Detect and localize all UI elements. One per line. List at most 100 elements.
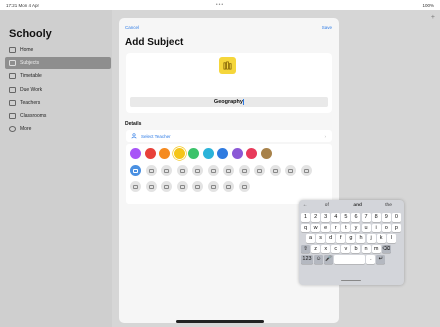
- suggestion-item[interactable]: of: [311, 203, 342, 211]
- camera-icon[interactable]: [130, 181, 141, 192]
- flask-icon-glyph: [241, 168, 247, 173]
- keyboard-key[interactable]: r: [331, 223, 341, 232]
- pencil-icon-glyph: [148, 184, 154, 189]
- color-swatch[interactable]: [231, 148, 243, 159]
- keyboard-key[interactable]: 3: [321, 213, 331, 222]
- suggestion-item[interactable]: the: [373, 203, 404, 211]
- save-button[interactable]: Save: [322, 25, 332, 30]
- keyboard-key[interactable]: f: [336, 234, 346, 243]
- keyboard-key[interactable]: g: [346, 234, 356, 243]
- sidebar-item-more[interactable]: More: [5, 123, 111, 135]
- sidebar-item-classrooms[interactable]: Classrooms: [5, 110, 111, 122]
- keyboard-key[interactable]: p: [391, 223, 401, 232]
- subject-name-input[interactable]: Geography: [130, 97, 328, 107]
- dna-icon[interactable]: [176, 181, 188, 192]
- color-swatch[interactable]: [217, 148, 228, 159]
- keyboard-key[interactable]: y: [351, 223, 361, 232]
- suggestion-item[interactable]: and: [342, 203, 373, 211]
- keyboard-key[interactable]: 1: [301, 213, 310, 222]
- color-swatch[interactable]: [130, 148, 141, 159]
- clock-icon[interactable]: [176, 165, 188, 176]
- keyboard-key[interactable]: b: [351, 244, 361, 253]
- color-swatch[interactable]: [159, 148, 170, 159]
- music-icon[interactable]: [223, 165, 234, 176]
- subjects-icon: [9, 60, 16, 67]
- sidebar-item-teachers[interactable]: Teachers: [5, 97, 111, 109]
- keyboard-key[interactable]: t: [341, 223, 351, 232]
- keyboard-key[interactable]: u: [361, 223, 371, 232]
- atom-icon[interactable]: [145, 165, 157, 176]
- pencil-icon[interactable]: [145, 181, 157, 192]
- keyboard-key[interactable]: a: [306, 234, 315, 243]
- keyboard-key[interactable]: i: [371, 223, 381, 232]
- keyboard-key[interactable]: v: [341, 244, 351, 253]
- monitor-icon[interactable]: [300, 165, 312, 176]
- keyboard-key[interactable]: h: [356, 234, 366, 243]
- keyboard-key[interactable]: [334, 255, 366, 264]
- keyboard-key[interactable]: ⌫: [381, 244, 391, 253]
- sidebar-item-timetable[interactable]: Timetable: [5, 70, 111, 82]
- keyboard-key[interactable]: 123: [301, 255, 313, 264]
- keyboard-key[interactable]: o: [381, 223, 391, 232]
- color-swatch[interactable]: [202, 148, 214, 159]
- palette-icon[interactable]: [254, 165, 265, 176]
- keyboard-key[interactable]: j: [366, 234, 376, 243]
- keyboard-key[interactable]: 9: [381, 213, 391, 222]
- brain-icon[interactable]: [192, 181, 203, 192]
- keyboard-key[interactable]: l: [386, 234, 396, 243]
- keyboard-key[interactable]: w: [311, 223, 321, 232]
- color-swatch[interactable]: [173, 148, 185, 159]
- timetable-icon: [9, 73, 16, 80]
- laptop-icon[interactable]: [285, 165, 296, 176]
- keyboard-key[interactable]: 7: [361, 213, 371, 222]
- keyboard-key[interactable]: c: [331, 244, 341, 253]
- color-swatch[interactable]: [144, 148, 156, 159]
- books-icon[interactable]: [161, 181, 172, 192]
- keyboard-key[interactable]: x: [321, 244, 331, 253]
- heart-icon[interactable]: [223, 181, 234, 192]
- calculator-icon[interactable]: [192, 165, 203, 176]
- keyboard-key[interactable]: 6: [351, 213, 361, 222]
- atom-icon-glyph: [148, 168, 154, 173]
- keyboard-key[interactable]: ↵: [376, 255, 386, 264]
- keyboard-key[interactable]: 0: [391, 213, 401, 222]
- calculator-icon-glyph: [195, 168, 200, 173]
- language-icon[interactable]: [269, 165, 281, 176]
- flask-icon[interactable]: [238, 165, 250, 176]
- keyboard-key[interactable]: ⇧: [301, 244, 310, 253]
- keyboard-key[interactable]: k: [376, 234, 386, 243]
- keyboard-key[interactable]: s: [316, 234, 326, 243]
- globe-icon[interactable]: [161, 165, 172, 176]
- keyboard-key[interactable]: 2: [311, 213, 321, 222]
- keyboard-key[interactable]: .: [366, 255, 376, 264]
- add-icon[interactable]: +: [431, 14, 435, 21]
- suggestion-back-icon[interactable]: ←: [299, 203, 311, 211]
- keyboard-key[interactable]: m: [371, 244, 381, 253]
- map-icon[interactable]: [238, 181, 250, 192]
- sidebar-item-subjects[interactable]: Subjects: [5, 57, 111, 70]
- book-icon[interactable]: [207, 165, 219, 176]
- keyboard-key[interactable]: z: [311, 244, 321, 253]
- subject-books-icon[interactable]: [219, 57, 236, 74]
- keyboard-key[interactable]: n: [361, 244, 371, 253]
- keyboard-key[interactable]: e: [321, 223, 331, 232]
- keyboard-key[interactable]: 4: [331, 213, 341, 222]
- color-swatch[interactable]: [246, 148, 257, 159]
- keyboard-drag-handle[interactable]: [341, 280, 361, 281]
- theater-icon[interactable]: [207, 181, 219, 192]
- keyboard-key[interactable]: 5: [341, 213, 351, 222]
- keyboard-key[interactable]: q: [301, 223, 310, 232]
- keyboard-key[interactable]: 8: [371, 213, 381, 222]
- color-swatch[interactable]: [260, 148, 272, 159]
- select-teacher-row[interactable]: Select Teacher ›: [126, 130, 332, 142]
- sidebar-item-due-work[interactable]: Due Work: [5, 84, 111, 96]
- home-indicator[interactable]: [176, 320, 264, 323]
- keyboard-key[interactable]: d: [326, 234, 336, 243]
- cancel-button[interactable]: Cancel: [125, 25, 139, 30]
- keyboard-key[interactable]: ☺: [314, 255, 324, 264]
- keyboard-key[interactable]: 🎤: [324, 255, 334, 264]
- sidebar-item-home[interactable]: Home: [5, 44, 111, 56]
- plus-icon[interactable]: [130, 165, 141, 176]
- color-swatch[interactable]: [188, 148, 199, 159]
- multitasking-dots-icon[interactable]: •••: [216, 2, 224, 8]
